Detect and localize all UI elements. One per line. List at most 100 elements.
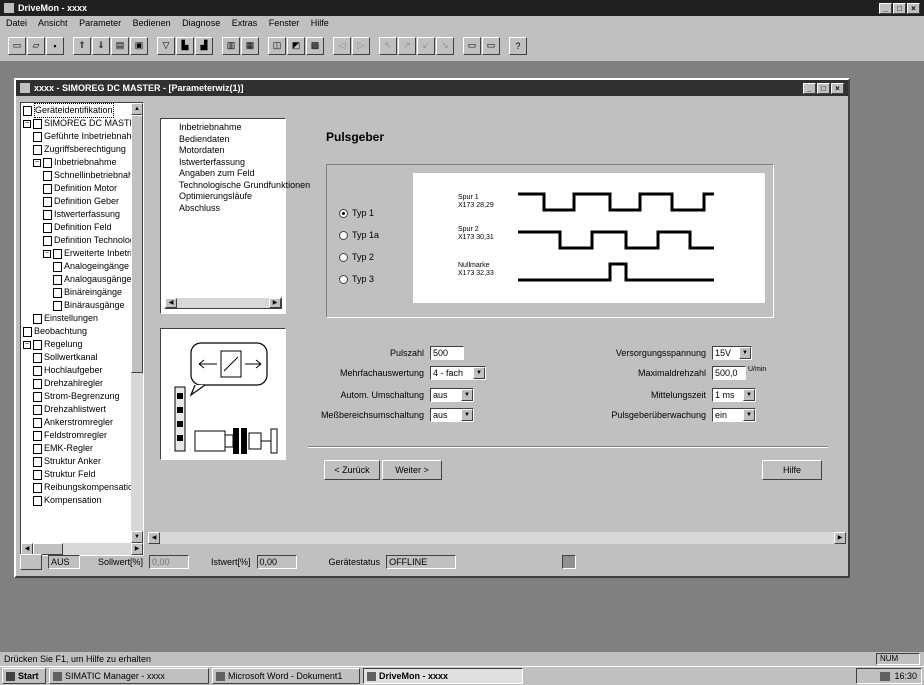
radio-button-icon[interactable] xyxy=(339,274,348,284)
tree-item[interactable]: Ankerstromregler xyxy=(23,416,141,429)
tree-expand-icon[interactable]: − xyxy=(33,158,41,167)
tree-item[interactable]: Einstellungen xyxy=(23,312,141,325)
step3-icon[interactable]: ↙ xyxy=(417,36,435,55)
online-icon[interactable]: ▙ xyxy=(176,36,194,55)
encoder-monitoring-select[interactable]: ein ▼ xyxy=(712,408,756,422)
save-icon[interactable]: ▪ xyxy=(46,36,64,55)
tree-item[interactable]: Sollwertkanal xyxy=(23,351,141,364)
back-button[interactable]: < Zurück xyxy=(324,460,380,480)
maximize-button[interactable]: □ xyxy=(893,2,906,14)
wizard-nav-item[interactable]: Inbetriebnahme xyxy=(179,122,281,134)
tree-item[interactable]: Zugriffsberechtigung xyxy=(23,143,141,156)
chevron-down-icon[interactable]: ▼ xyxy=(461,389,473,401)
radio-button-icon[interactable] xyxy=(339,208,348,218)
menu-bedienen[interactable]: Bedienen xyxy=(133,18,171,28)
close-button[interactable]: × xyxy=(907,2,920,14)
filter-icon[interactable]: ▽ xyxy=(157,36,175,55)
tree-item[interactable]: Binärausgänge xyxy=(23,299,141,312)
start-button[interactable]: Start xyxy=(2,668,46,684)
type-radio-4[interactable]: Typ 3 xyxy=(339,273,374,285)
tree-item[interactable]: Definition Motor xyxy=(23,182,141,195)
type-radio-2[interactable]: Typ 1a xyxy=(339,229,379,241)
tree-item[interactable]: Hochlaufgeber xyxy=(23,364,141,377)
chevron-down-icon[interactable]: ▼ xyxy=(743,409,755,421)
step2-icon[interactable]: ↗ xyxy=(398,36,416,55)
help-button[interactable]: Hilfe xyxy=(762,460,822,480)
auto-switch-select[interactable]: aus ▼ xyxy=(430,388,474,402)
tree-scroll-thumb[interactable] xyxy=(131,115,143,373)
tray-icon[interactable] xyxy=(880,671,891,681)
nav-scroll-left[interactable]: ◀ xyxy=(165,298,177,308)
tree-item[interactable]: Strom-Begrenzung xyxy=(23,390,141,403)
chevron-down-icon[interactable]: ▼ xyxy=(743,389,755,401)
task-drivemon[interactable]: DriveMon - xxxx xyxy=(363,668,523,684)
tree-item[interactable]: Drehzahlregler xyxy=(23,377,141,390)
nav-scroll-right[interactable]: ▶ xyxy=(269,298,281,308)
upload-icon[interactable]: ⇑ xyxy=(73,36,91,55)
window2-icon[interactable]: ▭ xyxy=(482,36,500,55)
wizard-nav-item[interactable]: Optimierungsläufe xyxy=(179,191,281,203)
tree-expand-icon[interactable]: − xyxy=(43,249,51,258)
range-switch-select[interactable]: aus ▼ xyxy=(430,408,474,422)
child-maximize-button[interactable]: □ xyxy=(817,82,830,94)
tree-item[interactable]: Feldstromregler xyxy=(23,429,141,442)
tree-item[interactable]: Struktur Feld xyxy=(23,468,141,481)
chevron-down-icon[interactable]: ▼ xyxy=(739,347,751,359)
tree-item[interactable]: Beobachtung xyxy=(23,325,141,338)
minimize-button[interactable]: _ xyxy=(879,2,892,14)
menu-datei[interactable]: Datei xyxy=(6,18,27,28)
arrow-left-icon[interactable]: ◁ xyxy=(333,36,351,55)
content-scroll-right[interactable]: ▶ xyxy=(834,532,846,544)
tree-item[interactable]: Struktur Anker xyxy=(23,455,141,468)
tree-expand-icon[interactable]: − xyxy=(23,119,31,128)
task-simatic-manager[interactable]: SIMATIC Manager - xxxx xyxy=(49,668,209,684)
menu-ansicht[interactable]: Ansicht xyxy=(38,18,68,28)
type-radio-1[interactable]: Typ 1 xyxy=(339,207,374,219)
tree-expand-icon[interactable]: − xyxy=(23,340,31,349)
menu-diagnose[interactable]: Diagnose xyxy=(182,18,220,28)
tree-item[interactable]: −Erweiterte Inbetriebnahme xyxy=(23,247,143,260)
preview-icon[interactable]: ▣ xyxy=(130,36,148,55)
next-button[interactable]: Weiter > xyxy=(382,460,442,480)
averaging-time-select[interactable]: 1 ms ▼ xyxy=(712,388,756,402)
child-close-button[interactable]: × xyxy=(831,82,844,94)
multiple-evaluation-select[interactable]: 4 - fach ▼ xyxy=(430,366,486,380)
tree-item[interactable]: Reibungskompensation xyxy=(23,481,141,494)
tree-item[interactable]: Geführte Inbetriebnahme xyxy=(23,130,143,143)
drive-mode-icon[interactable] xyxy=(20,554,42,570)
tree-item[interactable]: Drehzahlistwert xyxy=(23,403,141,416)
tree-item[interactable]: Analogausgänge xyxy=(23,273,141,286)
tree-vscroll[interactable]: ▲ ▼ xyxy=(131,103,143,543)
radio-button-icon[interactable] xyxy=(339,252,348,262)
help-context-icon[interactable]: ? xyxy=(509,36,527,55)
menu-extras[interactable]: Extras xyxy=(232,18,258,28)
supply-voltage-select[interactable]: 15V ▼ xyxy=(712,346,752,360)
tree-item[interactable]: Definition Technologie xyxy=(23,234,142,247)
step4-icon[interactable]: ↘ xyxy=(436,36,454,55)
wizard-nav-item[interactable]: Technologische Grundfunktionen xyxy=(179,180,310,192)
wizard-nav-item[interactable]: Motordaten xyxy=(179,145,281,157)
step1-icon[interactable]: ↖ xyxy=(379,36,397,55)
chevron-down-icon[interactable]: ▼ xyxy=(473,367,485,379)
tree-item[interactable]: Analogeingänge xyxy=(23,260,141,273)
wizard-nav-item[interactable]: Bediendaten xyxy=(179,134,281,146)
tree-item[interactable]: Binäreingänge xyxy=(23,286,141,299)
tree-item[interactable]: Kompensation xyxy=(23,494,141,507)
tree-item[interactable]: − SIMOREG DC MASTER xyxy=(23,117,142,130)
task-word[interactable]: Microsoft Word - Dokument1 xyxy=(212,668,360,684)
compare-icon[interactable]: ▥ xyxy=(222,36,240,55)
tree-item[interactable]: Geräteidentifikation xyxy=(23,103,141,118)
tree-item[interactable]: Istwerterfassung xyxy=(23,208,141,221)
type-radio-3[interactable]: Typ 2 xyxy=(339,251,374,263)
window1-icon[interactable]: ▭ xyxy=(463,36,481,55)
offline-icon[interactable]: ▟ xyxy=(195,36,213,55)
menu-hilfe[interactable]: Hilfe xyxy=(311,18,329,28)
download-icon[interactable]: ⇓ xyxy=(92,36,110,55)
child-minimize-button[interactable]: _ xyxy=(803,82,816,94)
nav-hscroll[interactable]: ◀ ▶ xyxy=(164,297,282,309)
tree-item[interactable]: − Inbetriebnahme xyxy=(23,156,141,169)
open-icon[interactable]: ▱ xyxy=(27,36,45,55)
list-icon[interactable]: ▦ xyxy=(241,36,259,55)
tree-item[interactable]: EMK-Regler xyxy=(23,442,141,455)
tree-item[interactable]: Definition Feld xyxy=(23,221,141,234)
